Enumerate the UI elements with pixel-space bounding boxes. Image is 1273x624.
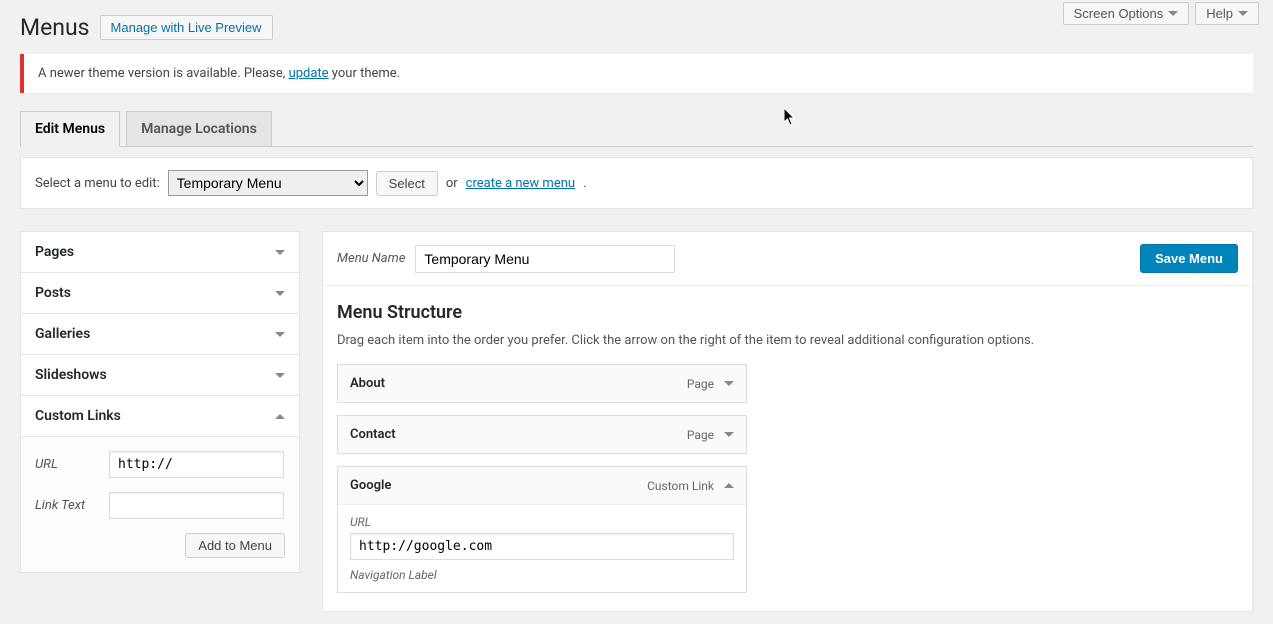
custom-link-text-input[interactable] bbox=[109, 492, 284, 519]
accordion-custom-links-label: Custom Links bbox=[35, 408, 121, 424]
notice-prefix: A newer theme version is available. Plea… bbox=[38, 66, 289, 81]
accordion-slideshows[interactable]: Slideshows bbox=[21, 355, 299, 396]
url-label: URL bbox=[35, 457, 99, 472]
tab-manage-locations[interactable]: Manage Locations bbox=[126, 111, 272, 146]
add-to-menu-button[interactable]: Add to Menu bbox=[185, 533, 285, 558]
accordion-slideshows-label: Slideshows bbox=[35, 367, 107, 383]
create-new-menu-link[interactable]: create a new menu bbox=[466, 176, 575, 191]
accordion-posts[interactable]: Posts bbox=[21, 273, 299, 314]
update-notice: A newer theme version is available. Plea… bbox=[20, 54, 1253, 93]
or-text: or bbox=[446, 176, 458, 191]
chevron-up-icon bbox=[275, 414, 285, 419]
help-button[interactable]: Help bbox=[1195, 2, 1259, 25]
menu-name-label: Menu Name bbox=[337, 251, 405, 266]
custom-link-url-input[interactable] bbox=[109, 451, 284, 478]
chevron-down-icon bbox=[275, 291, 285, 296]
menu-item-type: Custom Link bbox=[647, 479, 714, 493]
menu-item-url-input[interactable] bbox=[350, 533, 734, 560]
tab-edit-menus[interactable]: Edit Menus bbox=[20, 111, 120, 147]
link-text-label: Link Text bbox=[35, 498, 99, 513]
menu-item[interactable]: Google Custom Link URL Navigation Label bbox=[337, 466, 747, 593]
chevron-down-icon bbox=[275, 332, 285, 337]
menu-item-expanded-body: URL Navigation Label bbox=[338, 504, 746, 592]
chevron-down-icon[interactable] bbox=[724, 381, 734, 386]
chevron-down-icon bbox=[1168, 11, 1178, 16]
chevron-down-icon bbox=[275, 373, 285, 378]
accordion-galleries[interactable]: Galleries bbox=[21, 314, 299, 355]
menu-item-type: Page bbox=[687, 377, 714, 391]
select-button[interactable]: Select bbox=[376, 171, 438, 196]
page-title: Menus bbox=[20, 14, 90, 41]
menu-item-type: Page bbox=[687, 428, 714, 442]
help-label: Help bbox=[1206, 6, 1233, 21]
accordion-galleries-label: Galleries bbox=[35, 326, 90, 342]
menu-select[interactable]: Temporary Menu bbox=[168, 170, 368, 196]
notice-suffix: your theme. bbox=[329, 66, 401, 81]
chevron-down-icon bbox=[275, 250, 285, 255]
accordion-pages[interactable]: Pages bbox=[21, 232, 299, 273]
menu-item[interactable]: Contact Page bbox=[337, 415, 747, 454]
custom-links-panel: URL Link Text Add to Menu bbox=[21, 437, 299, 572]
accordion-pages-label: Pages bbox=[35, 244, 74, 260]
accordion-custom-links[interactable]: Custom Links bbox=[21, 396, 299, 437]
menu-item-title: About bbox=[350, 376, 385, 391]
menu-item[interactable]: About Page bbox=[337, 364, 747, 403]
chevron-up-icon[interactable] bbox=[724, 483, 734, 488]
menu-item-url-label: URL bbox=[350, 515, 734, 529]
menu-item-navlabel-label: Navigation Label bbox=[350, 568, 734, 582]
manage-live-preview-button[interactable]: Manage with Live Preview bbox=[100, 15, 273, 40]
menu-name-input[interactable] bbox=[415, 245, 675, 273]
menu-item-title: Contact bbox=[350, 427, 396, 442]
select-menu-label: Select a menu to edit: bbox=[35, 176, 160, 191]
period: . bbox=[583, 176, 586, 191]
menu-structure-desc: Drag each item into the order you prefer… bbox=[337, 333, 1238, 348]
save-menu-button[interactable]: Save Menu bbox=[1140, 244, 1238, 273]
menu-item-title: Google bbox=[350, 478, 391, 493]
chevron-down-icon[interactable] bbox=[724, 432, 734, 437]
menu-structure-heading: Menu Structure bbox=[337, 302, 1238, 323]
chevron-down-icon bbox=[1238, 11, 1248, 16]
update-link[interactable]: update bbox=[289, 66, 329, 81]
screen-options-button[interactable]: Screen Options bbox=[1063, 2, 1190, 25]
screen-options-label: Screen Options bbox=[1074, 6, 1164, 21]
accordion-posts-label: Posts bbox=[35, 285, 71, 301]
